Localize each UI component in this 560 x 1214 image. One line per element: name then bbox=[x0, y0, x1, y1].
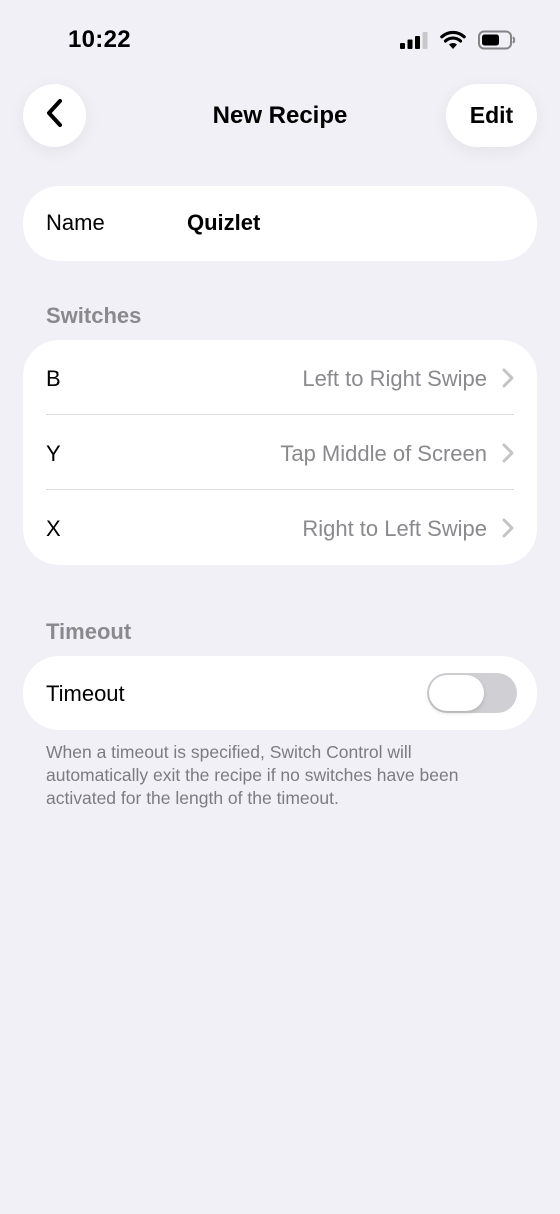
switch-row-y[interactable]: Y Tap Middle of Screen bbox=[23, 415, 537, 490]
switch-row-b[interactable]: B Left to Right Swipe bbox=[23, 340, 537, 415]
timeout-description: When a timeout is specified, Switch Cont… bbox=[46, 742, 459, 808]
battery-icon bbox=[478, 30, 516, 55]
switch-action: Tap Middle of Screen bbox=[280, 441, 487, 466]
timeout-label: Timeout bbox=[46, 681, 125, 706]
toggle-knob bbox=[429, 675, 484, 711]
switch-key: B bbox=[46, 366, 61, 391]
timeout-toggle[interactable] bbox=[427, 673, 517, 713]
switch-action: Left to Right Swipe bbox=[302, 366, 487, 391]
switch-key: X bbox=[46, 516, 61, 541]
name-row[interactable]: Name Quizlet bbox=[23, 186, 537, 261]
chevron-right-icon bbox=[501, 367, 515, 389]
chevron-right-icon bbox=[501, 517, 515, 539]
timeout-section-header: Timeout bbox=[46, 619, 132, 644]
switch-row-x[interactable]: X Right to Left Swipe bbox=[23, 490, 537, 565]
switches-list: B Left to Right Swipe Y Tap Middle of Sc… bbox=[23, 340, 537, 565]
status-time: 10:22 bbox=[68, 26, 131, 53]
switches-section-header: Switches bbox=[46, 303, 142, 328]
cellular-signal-icon bbox=[400, 31, 428, 54]
wifi-icon bbox=[440, 30, 466, 55]
edit-button[interactable]: Edit bbox=[446, 84, 537, 147]
timeout-row: Timeout bbox=[23, 656, 537, 730]
switch-action: Right to Left Swipe bbox=[302, 516, 487, 541]
name-label: Name bbox=[46, 210, 105, 235]
name-value: Quizlet bbox=[187, 210, 261, 235]
status-icons bbox=[400, 30, 516, 54]
switch-key: Y bbox=[46, 441, 61, 466]
status-bar: 10:22 bbox=[0, 0, 560, 80]
navigation-bar: New Recipe Edit bbox=[0, 84, 560, 148]
chevron-right-icon bbox=[501, 442, 515, 464]
